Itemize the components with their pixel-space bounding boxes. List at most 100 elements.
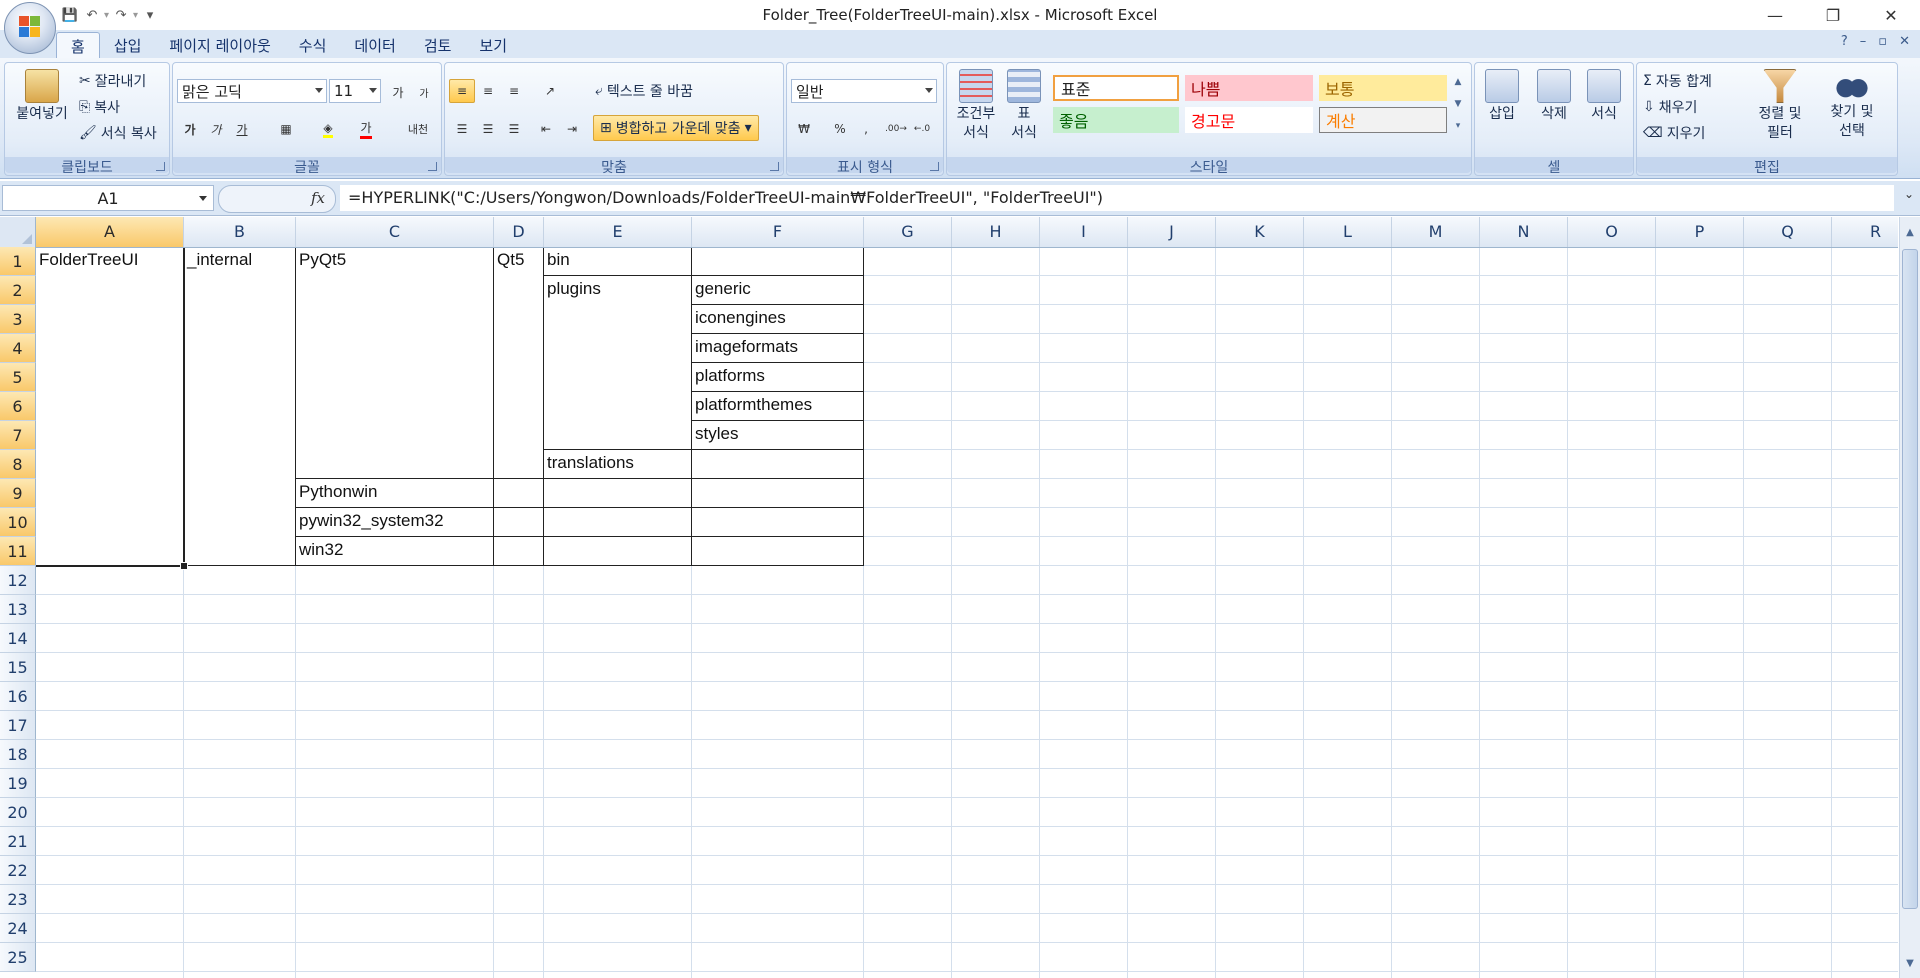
tab-home[interactable]: 홈 — [56, 32, 100, 59]
format-cells-button[interactable]: 서식 — [1579, 69, 1629, 124]
italic-button[interactable]: 가 — [203, 117, 229, 141]
restore-button[interactable]: ❐ — [1804, 0, 1862, 30]
row-header-5[interactable]: 5 — [0, 363, 36, 392]
merge-dropdown-icon[interactable]: ▾ — [745, 120, 752, 136]
shrink-font-button[interactable]: 가 — [411, 80, 437, 104]
styles-gallery-scroll[interactable]: ▲ ▼ ▾ — [1451, 71, 1465, 141]
row-header-24[interactable]: 24 — [0, 914, 36, 943]
close-button[interactable]: ✕ — [1862, 0, 1920, 30]
column-header-E[interactable]: E — [544, 217, 692, 247]
clear-button[interactable]: ⌫ 지우기 — [1643, 123, 1705, 143]
copy-button[interactable]: ⎘ 복사 — [79, 97, 120, 117]
cell-F6[interactable]: platformthemes — [691, 391, 864, 421]
cell-C1[interactable]: PyQt5 — [295, 246, 494, 479]
column-header-C[interactable]: C — [296, 217, 494, 247]
align-middle-button[interactable]: ≡ — [475, 79, 501, 103]
cut-button[interactable]: ✂ 잘라내기 — [79, 71, 146, 91]
vertical-scrollbar[interactable]: ▲ ▼ — [1899, 217, 1920, 978]
row-header-11[interactable]: 11 — [0, 537, 36, 566]
font-color-button[interactable]: 가 — [353, 117, 379, 141]
fill-color-button[interactable]: ◈ — [315, 117, 341, 141]
delete-cells-button[interactable]: 삭제 — [1529, 69, 1579, 124]
cell-area[interactable]: FolderTreeUI _internal PyQt5 Qt5 bin plugins g… — [0, 217, 1898, 978]
cell-E9[interactable] — [543, 478, 692, 508]
row-header-9[interactable]: 9 — [0, 479, 36, 508]
align-top-button[interactable]: ≡ — [449, 79, 475, 103]
row-header-6[interactable]: 6 — [0, 392, 36, 421]
cell-F7[interactable]: styles — [691, 420, 864, 450]
number-launcher-icon[interactable] — [930, 162, 939, 171]
column-header-O[interactable]: O — [1568, 217, 1656, 247]
insert-cells-button[interactable]: 삽입 — [1477, 69, 1527, 124]
help-icon[interactable]: ? — [1841, 34, 1848, 49]
column-header-G[interactable]: G — [864, 217, 952, 247]
grow-font-button[interactable]: 가 — [385, 80, 411, 104]
conditional-format-button[interactable]: 조건부 서식 — [949, 69, 1003, 143]
column-header-R[interactable]: R — [1832, 217, 1898, 247]
style-bad[interactable]: 나쁨 — [1185, 75, 1313, 101]
select-all-button[interactable] — [0, 217, 36, 247]
decrease-indent-button[interactable]: ⇤ — [533, 117, 559, 141]
cell-A1[interactable]: FolderTreeUI — [35, 246, 184, 566]
row-header-1[interactable]: 1 — [0, 247, 36, 276]
column-header-H[interactable]: H — [952, 217, 1040, 247]
cell-E2[interactable]: plugins — [543, 275, 692, 450]
wrap-text-button[interactable]: ⤶ 텍스트 줄 바꿈 — [595, 81, 693, 101]
format-as-table-button[interactable]: 표 서식 — [997, 69, 1051, 143]
row-header-13[interactable]: 13 — [0, 595, 36, 624]
clipboard-launcher-icon[interactable] — [156, 162, 165, 171]
cell-C11[interactable]: win32 — [295, 536, 494, 566]
orientation-button[interactable]: ↗ — [533, 79, 567, 103]
insert-function-button[interactable]: fx — [218, 185, 336, 213]
sort-filter-button[interactable]: 정렬 및 필터 — [1745, 69, 1815, 143]
row-header-8[interactable]: 8 — [0, 450, 36, 479]
row-header-7[interactable]: 7 — [0, 421, 36, 450]
cell-D10[interactable] — [493, 507, 544, 537]
formula-input[interactable]: =HYPERLINK("C:/Users/Yongwon/Downloads/F… — [340, 185, 1894, 211]
row-header-15[interactable]: 15 — [0, 653, 36, 682]
cell-F1[interactable] — [691, 246, 864, 276]
bold-button[interactable]: 가 — [177, 117, 203, 141]
column-header-B[interactable]: B — [184, 217, 296, 247]
row-header-3[interactable]: 3 — [0, 305, 36, 334]
row-header-17[interactable]: 17 — [0, 711, 36, 740]
style-warning[interactable]: 경고문 — [1185, 107, 1313, 133]
font-name-select[interactable]: 맑은 고딕 — [177, 79, 327, 103]
cell-F11[interactable] — [691, 536, 864, 566]
tab-page-layout[interactable]: 페이지 레이아웃 — [155, 32, 284, 58]
percent-button[interactable]: % — [827, 117, 853, 141]
column-header-A[interactable]: A — [36, 217, 184, 247]
cell-D1[interactable]: Qt5 — [493, 246, 544, 479]
column-header-J[interactable]: J — [1128, 217, 1216, 247]
tab-view[interactable]: 보기 — [465, 32, 521, 58]
increase-decimal-button[interactable]: .00→ — [883, 117, 909, 141]
column-header-K[interactable]: K — [1216, 217, 1304, 247]
ribbon-restore-icon[interactable]: ▫ — [1878, 34, 1887, 49]
fill-handle[interactable] — [180, 562, 188, 570]
merge-center-button[interactable]: ⊞ 병합하고 가운데 맞춤 ▾ — [593, 115, 759, 141]
cell-F10[interactable] — [691, 507, 864, 537]
phonetic-button[interactable]: 내천 — [399, 117, 437, 141]
column-header-P[interactable]: P — [1656, 217, 1744, 247]
minimize-button[interactable]: — — [1746, 0, 1804, 30]
row-header-23[interactable]: 23 — [0, 885, 36, 914]
tab-review[interactable]: 검토 — [410, 32, 466, 58]
style-neutral[interactable]: 보통 — [1319, 75, 1447, 101]
cell-E10[interactable] — [543, 507, 692, 537]
scroll-thumb[interactable] — [1902, 249, 1918, 909]
name-box[interactable]: A1 — [2, 185, 214, 211]
column-header-N[interactable]: N — [1480, 217, 1568, 247]
borders-button[interactable]: ▦ — [273, 117, 299, 141]
row-header-14[interactable]: 14 — [0, 624, 36, 653]
style-calculation[interactable]: 계산 — [1319, 107, 1447, 133]
row-header-18[interactable]: 18 — [0, 740, 36, 769]
cell-C10[interactable]: pywin32_system32 — [295, 507, 494, 537]
cell-C9[interactable]: Pythonwin — [295, 478, 494, 508]
cell-F8[interactable] — [691, 449, 864, 479]
cell-E1[interactable]: bin — [543, 246, 692, 276]
currency-button[interactable]: ₩ — [791, 117, 817, 141]
tab-insert[interactable]: 삽입 — [100, 32, 156, 58]
paste-button[interactable]: 붙여넣기 — [7, 69, 77, 124]
find-select-button[interactable]: 찾기 및 선택 — [1817, 69, 1887, 141]
fill-button[interactable]: ⇩ 채우기 — [1643, 97, 1697, 117]
